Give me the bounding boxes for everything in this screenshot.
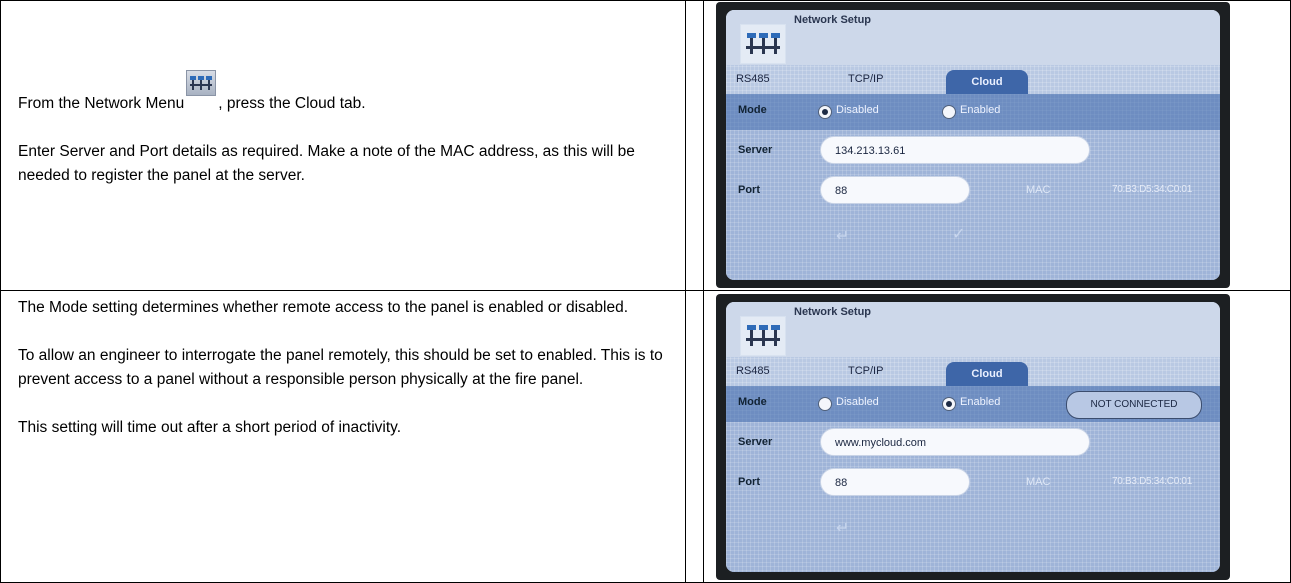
screen-header: Network Setup — [726, 302, 1220, 357]
port-input[interactable]: 88 — [820, 176, 970, 204]
row2-para2: To allow an engineer to interrogate the … — [18, 347, 663, 388]
mode-enabled-label: Enabled — [960, 104, 1001, 116]
row1-text: From the Network Menu , press the Cloud … — [18, 70, 648, 188]
server-input[interactable]: www.mycloud.com — [820, 428, 1090, 456]
table-border-top — [0, 0, 1291, 1]
mode-disabled-radio[interactable] — [818, 397, 832, 411]
mac-label: MAC — [1026, 184, 1051, 196]
row2-text: The Mode setting determines whether remo… — [18, 296, 668, 440]
cloud-panel: Mode Disabled Enabled NOT CONNECTED Serv… — [726, 386, 1220, 572]
device-screenshot-1: Network Setup RS485 TCP/IP Cloud Mode Di… — [716, 2, 1230, 288]
row1-para2: Enter Server and Port details as require… — [18, 143, 635, 184]
row1-para1-end: , press the Cloud tab. — [218, 95, 366, 112]
mode-disabled-label: Disabled — [836, 104, 879, 116]
port-label: Port — [738, 184, 760, 196]
mode-disabled-label: Disabled — [836, 396, 879, 408]
screen-title: Network Setup — [794, 14, 872, 26]
network-setup-icon — [740, 316, 786, 356]
mode-disabled-radio[interactable] — [818, 105, 832, 119]
screen-header: Network Setup — [726, 10, 1220, 65]
tab-rs485[interactable]: RS485 — [736, 365, 770, 377]
row2-para1: The Mode setting determines whether remo… — [18, 299, 629, 316]
mode-label: Mode — [738, 104, 767, 116]
back-icon[interactable]: ↵ — [836, 226, 849, 246]
table-column-divider-2 — [703, 0, 704, 583]
mode-enabled-label: Enabled — [960, 396, 1001, 408]
back-icon[interactable]: ↵ — [836, 518, 849, 538]
connection-status-badge: NOT CONNECTED — [1066, 391, 1202, 419]
table-border-left — [0, 0, 1, 583]
row2-para3: This setting will time out after a short… — [18, 419, 402, 436]
tab-tcpip[interactable]: TCP/IP — [848, 365, 883, 377]
server-input[interactable]: 134.213.13.61 — [820, 136, 1090, 164]
tab-bar: RS485 TCP/IP Cloud — [726, 362, 1220, 388]
cloud-panel: Mode Disabled Enabled Server 134.213.13.… — [726, 94, 1220, 280]
device-screen: Network Setup RS485 TCP/IP Cloud Mode Di… — [726, 302, 1220, 572]
table-row-divider — [0, 290, 1291, 291]
table-column-divider-1 — [685, 0, 686, 583]
tab-rs485[interactable]: RS485 — [736, 73, 770, 85]
mac-label: MAC — [1026, 476, 1051, 488]
tab-cloud[interactable]: Cloud — [946, 70, 1028, 96]
network-menu-icon — [186, 70, 217, 96]
check-icon[interactable]: ✓ — [952, 224, 965, 244]
tab-cloud[interactable]: Cloud — [946, 362, 1028, 388]
mode-enabled-radio[interactable] — [942, 397, 956, 411]
mode-label: Mode — [738, 396, 767, 408]
mode-enabled-radio[interactable] — [942, 105, 956, 119]
server-label: Server — [738, 436, 773, 448]
tab-bar: RS485 TCP/IP Cloud — [726, 70, 1220, 96]
tab-tcpip[interactable]: TCP/IP — [848, 73, 883, 85]
row1-para1-start: From the Network Menu — [18, 95, 185, 112]
mac-address: 70:B3:D5:34:C0:01 — [1112, 184, 1192, 195]
row1-para1: From the Network Menu , press the Cloud … — [18, 70, 648, 116]
mac-address: 70:B3:D5:34:C0:01 — [1112, 476, 1192, 487]
screen-title: Network Setup — [794, 306, 872, 318]
server-label: Server — [738, 144, 773, 156]
port-label: Port — [738, 476, 760, 488]
port-input[interactable]: 88 — [820, 468, 970, 496]
network-setup-icon — [740, 24, 786, 64]
instruction-table: From the Network Menu , press the Cloud … — [0, 0, 1291, 583]
device-screenshot-2: Network Setup RS485 TCP/IP Cloud Mode Di… — [716, 294, 1230, 580]
device-screen: Network Setup RS485 TCP/IP Cloud Mode Di… — [726, 10, 1220, 280]
